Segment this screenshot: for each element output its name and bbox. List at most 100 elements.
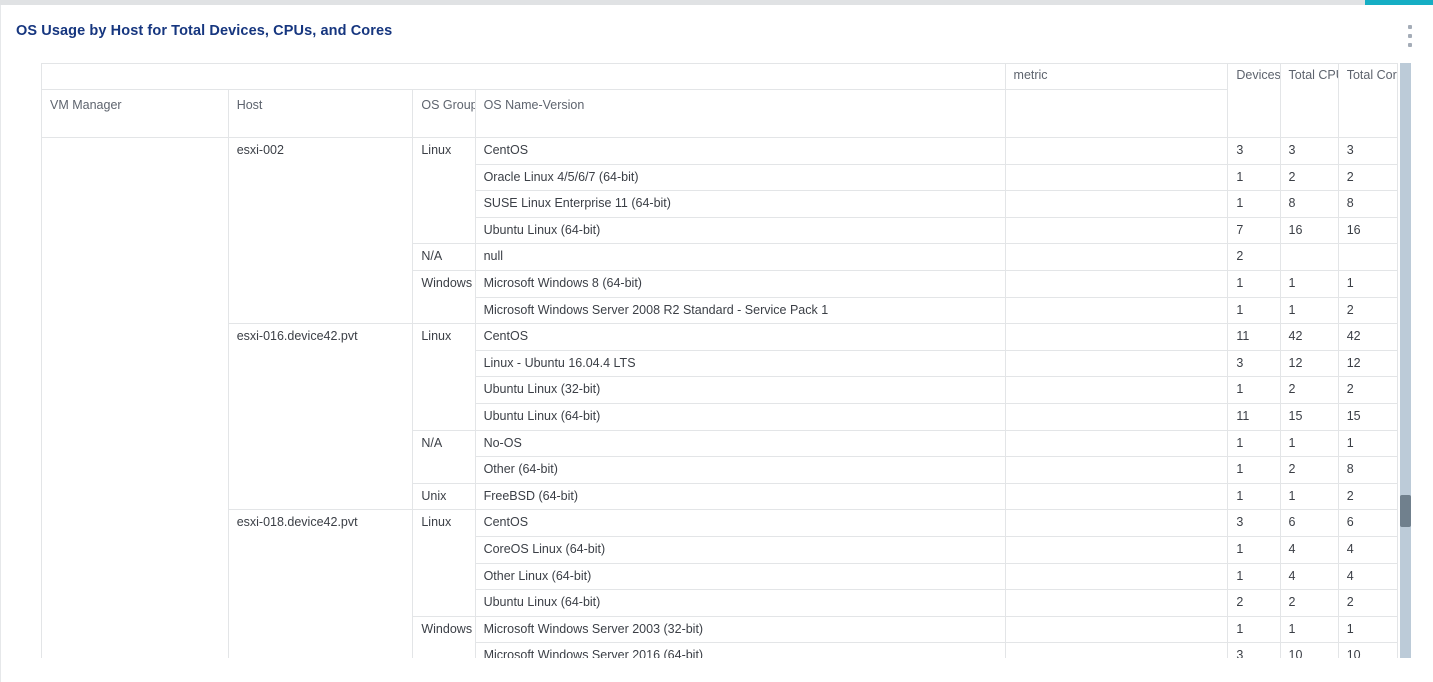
cell-devices: 1 — [1227, 535, 1281, 564]
kebab-dot-3 — [1408, 43, 1412, 47]
cell-host[interactable]: esxi-002 — [227, 136, 414, 325]
cell-spacer — [1004, 216, 1229, 245]
cell-os-name-version[interactable]: Other Linux (64-bit) — [474, 562, 1006, 591]
column-header-devices[interactable]: Devices — [1227, 63, 1281, 138]
cell-spacer — [1004, 509, 1229, 537]
cell-os-name-version[interactable]: Microsoft Windows Server 2008 R2 Standar… — [474, 296, 1006, 325]
cell-total-cores: 1 — [1337, 615, 1398, 644]
column-header-total-cores[interactable]: Total Cores — [1337, 63, 1398, 138]
cell-os-name-version[interactable]: CentOS — [474, 137, 1006, 165]
cell-devices: 3 — [1227, 509, 1281, 537]
cell-os-name-version[interactable]: null — [474, 243, 1006, 271]
vertical-scrollbar-track[interactable] — [1400, 63, 1411, 658]
cell-os-name-version[interactable]: Ubuntu Linux (64-bit) — [474, 216, 1006, 245]
cell-os-name-version[interactable]: Linux - Ubuntu 16.04.4 LTS — [474, 349, 1006, 378]
cell-total-cpus: 10 — [1279, 642, 1339, 658]
column-header-os-group[interactable]: OS Group — [412, 89, 476, 138]
cell-total-cpus: 3 — [1279, 137, 1339, 165]
cell-total-cores: 8 — [1337, 456, 1398, 484]
cell-os-group[interactable]: Windows — [412, 269, 476, 325]
cell-total-cores: 2 — [1337, 589, 1398, 617]
cell-os-name-version[interactable]: No-OS — [474, 429, 1006, 458]
cell-total-cpus — [1279, 243, 1339, 271]
cell-devices: 1 — [1227, 429, 1281, 458]
cell-total-cpus: 12 — [1279, 349, 1339, 378]
cell-devices: 1 — [1227, 269, 1281, 298]
cell-total-cpus: 1 — [1279, 296, 1339, 325]
cell-os-group[interactable]: Linux — [412, 136, 476, 245]
cell-devices: 11 — [1227, 402, 1281, 431]
pivot-table-viewport[interactable]: metric Devices Total CPUs Total Cores VM… — [41, 63, 1398, 658]
table-row[interactable]: esxi-016.device42.pvt Linux CentOS 11 42 42 — [42, 323, 1398, 511]
cell-spacer — [1004, 402, 1229, 431]
cell-host[interactable]: esxi-018.device42.pvt — [227, 509, 414, 658]
cell-total-cores: 16 — [1337, 216, 1398, 245]
cell-os-group[interactable]: N/A — [412, 429, 476, 484]
cell-total-cpus: 1 — [1279, 615, 1339, 644]
cell-os-group[interactable]: Unix — [412, 482, 476, 511]
column-header-total-cpus[interactable]: Total CPUs — [1279, 63, 1339, 138]
cell-total-cores: 4 — [1337, 562, 1398, 591]
cell-total-cpus: 15 — [1279, 402, 1339, 431]
cell-os-group[interactable]: N/A — [412, 243, 476, 271]
cell-spacer — [1004, 323, 1229, 351]
cell-os-name-version[interactable]: Microsoft Windows Server 2003 (32-bit) — [474, 615, 1006, 644]
cell-spacer — [1004, 137, 1229, 165]
cell-spacer — [1004, 562, 1229, 591]
cell-spacer — [1004, 429, 1229, 458]
cell-os-name-version[interactable]: Other (64-bit) — [474, 456, 1006, 484]
cell-devices: 3 — [1227, 349, 1281, 378]
column-header-vm-manager[interactable]: VM Manager — [41, 89, 229, 138]
cell-devices: 1 — [1227, 376, 1281, 404]
vertical-scrollbar-thumb[interactable] — [1400, 495, 1411, 527]
cell-total-cores: 8 — [1337, 190, 1398, 218]
cell-os-group[interactable]: Linux — [412, 509, 476, 617]
table-row[interactable]: esxi-002 Linux CentOS 3 3 3 — [41, 136, 1398, 658]
cell-os-name-version[interactable]: CoreOS Linux (64-bit) — [474, 535, 1006, 564]
cell-os-name-version[interactable]: Oracle Linux 4/5/6/7 (64-bit) — [474, 163, 1006, 192]
cell-total-cpus: 42 — [1279, 323, 1339, 351]
report-panel: OS Usage by Host for Total Devices, CPUs… — [0, 5, 1433, 682]
cell-total-cores: 3 — [1337, 137, 1398, 165]
cell-total-cores: 4 — [1337, 535, 1398, 564]
cell-os-name-version[interactable]: Microsoft Windows 8 (64-bit) — [474, 269, 1006, 298]
cell-os-name-version[interactable]: SUSE Linux Enterprise 11 (64-bit) — [474, 190, 1006, 218]
cell-os-name-version[interactable]: Ubuntu Linux (32-bit) — [474, 376, 1006, 404]
cell-total-cpus: 2 — [1279, 376, 1339, 404]
cell-spacer — [1004, 589, 1229, 617]
cell-os-name-version[interactable]: Ubuntu Linux (64-bit) — [474, 402, 1006, 431]
column-header-os-name-version[interactable]: OS Name-Version — [474, 89, 1006, 138]
cell-devices: 2 — [1227, 589, 1281, 617]
cell-spacer — [1004, 296, 1229, 325]
cell-total-cores: 42 — [1337, 323, 1398, 351]
cell-spacer — [1004, 349, 1229, 378]
cell-devices: 2 — [1227, 243, 1281, 271]
cell-os-name-version[interactable]: CentOS — [474, 323, 1006, 351]
cell-os-group[interactable]: Linux — [412, 323, 476, 431]
table-row[interactable]: esxi-018.device42.pvt Linux CentOS 3 6 6 — [42, 509, 1398, 658]
kebab-dot-1 — [1408, 25, 1412, 29]
dashboard-panel-root: OS Usage by Host for Total Devices, CPUs… — [0, 0, 1433, 682]
cell-spacer — [1004, 376, 1229, 404]
cell-total-cores: 1 — [1337, 429, 1398, 458]
cell-host[interactable]: esxi-016.device42.pvt — [227, 323, 414, 511]
cell-os-group[interactable]: Windows — [412, 615, 476, 658]
cell-total-cpus: 1 — [1279, 429, 1339, 458]
cell-total-cores — [1337, 243, 1398, 271]
cell-os-name-version[interactable]: CentOS — [474, 509, 1006, 537]
column-header-host[interactable]: Host — [227, 89, 414, 138]
cell-total-cpus: 2 — [1279, 163, 1339, 192]
cell-total-cores: 10 — [1337, 642, 1398, 658]
cell-devices: 1 — [1227, 615, 1281, 644]
header-row-metric-group: metric Devices Total CPUs Total Cores — [41, 63, 1398, 138]
cell-total-cpus: 8 — [1279, 190, 1339, 218]
cell-total-cores: 15 — [1337, 402, 1398, 431]
cell-os-name-version[interactable]: Microsoft Windows Server 2016 (64-bit) — [474, 642, 1006, 658]
cell-spacer — [1004, 615, 1229, 644]
cell-total-cores: 12 — [1337, 349, 1398, 378]
cell-total-cpus: 6 — [1279, 509, 1339, 537]
cell-os-name-version[interactable]: Ubuntu Linux (64-bit) — [474, 589, 1006, 617]
more-options-icon[interactable] — [1400, 23, 1420, 49]
cell-total-cores: 1 — [1337, 269, 1398, 298]
cell-os-name-version[interactable]: FreeBSD (64-bit) — [474, 482, 1006, 511]
